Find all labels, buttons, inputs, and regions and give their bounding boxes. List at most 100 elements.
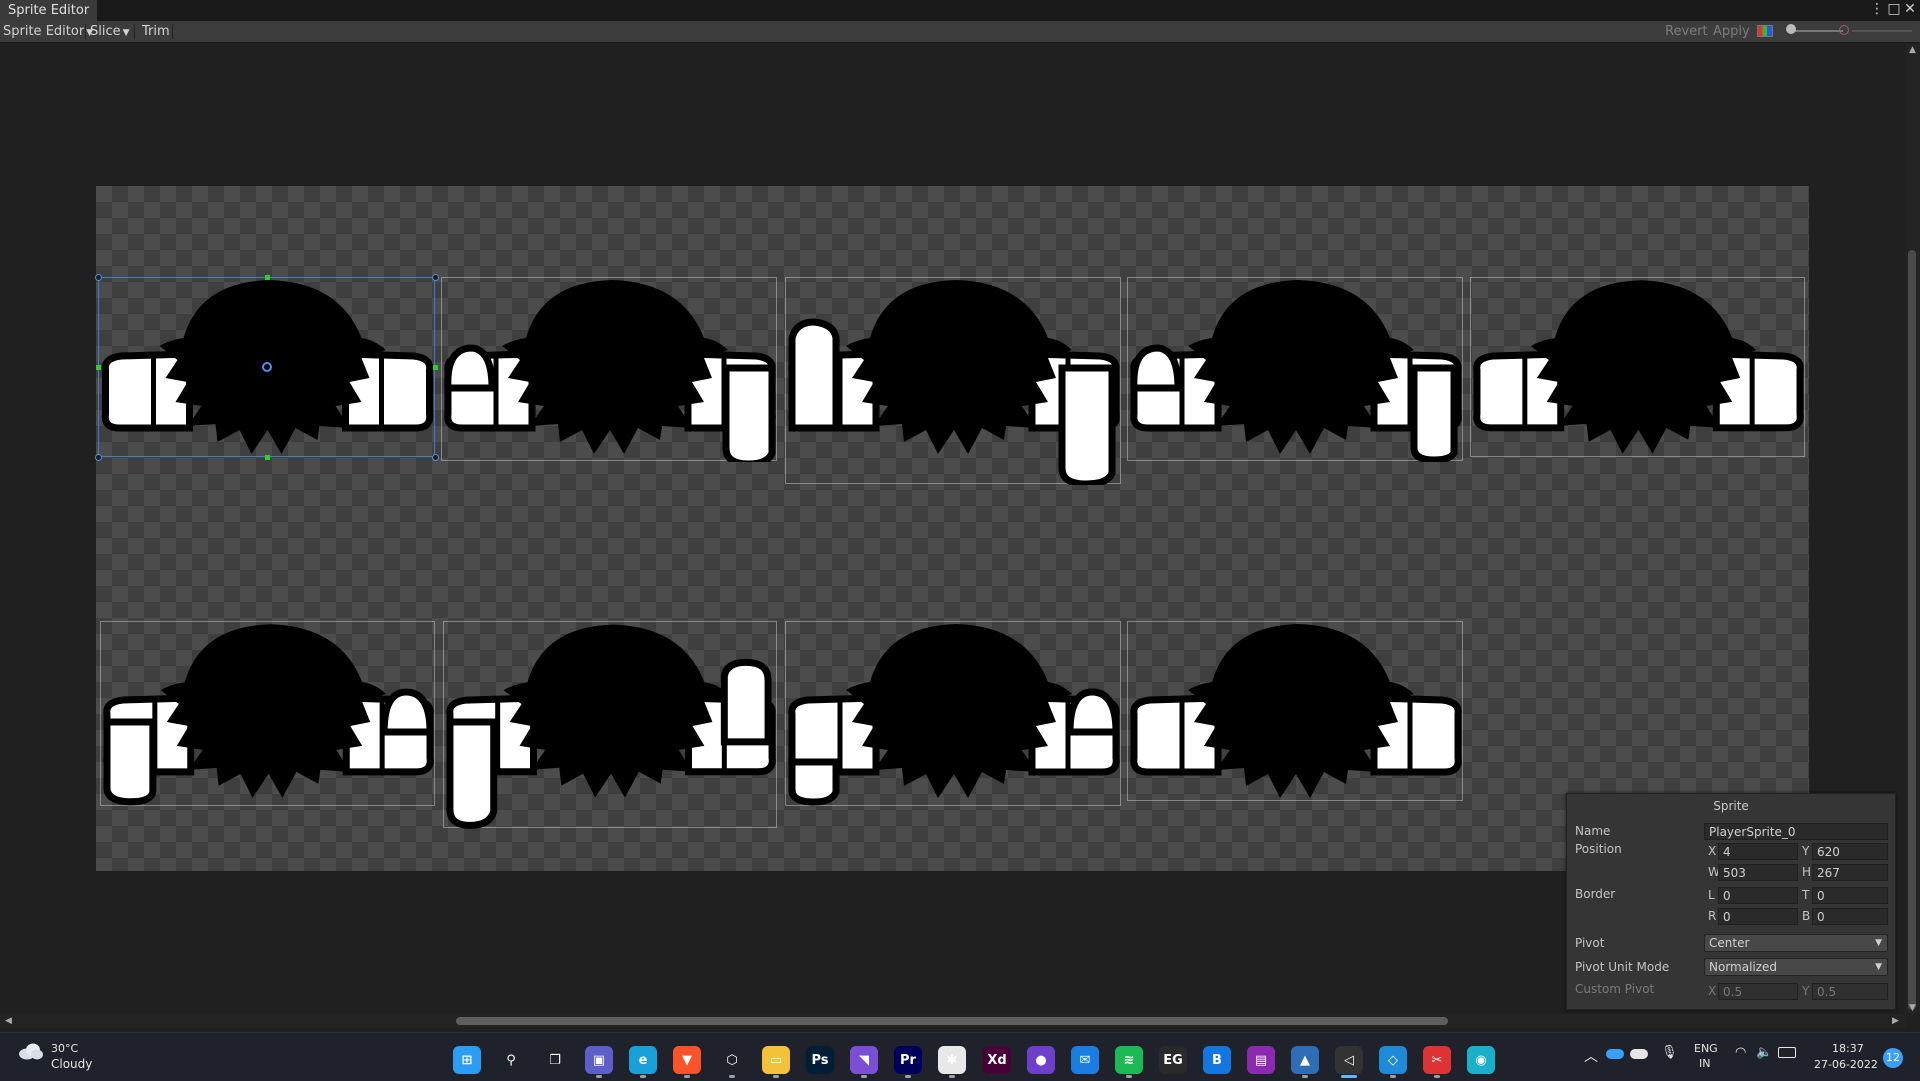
sprite-rect[interactable]	[1470, 277, 1805, 457]
scroll-right-arrow-icon[interactable]: ▶	[1892, 1016, 1899, 1026]
task-manager-icon[interactable]: ▲	[1291, 1046, 1319, 1074]
toolbar-divider	[134, 24, 135, 39]
visual-studio-icon[interactable]: ◥	[850, 1046, 878, 1074]
sprite-rect[interactable]	[441, 277, 777, 462]
vs-code-icon[interactable]: ◇	[1379, 1046, 1407, 1074]
border-t-field[interactable]: 0	[1812, 887, 1888, 904]
pivot-unit-mode-label: Pivot Unit Mode	[1575, 960, 1670, 974]
language-region[interactable]: IN	[1699, 1057, 1710, 1070]
cloud-icon[interactable]	[18, 1042, 44, 1060]
task-view-icon[interactable]: ❐	[541, 1046, 569, 1074]
clock-time[interactable]: 18:37	[1832, 1042, 1864, 1055]
volume-icon[interactable]: 🔈	[1756, 1045, 1772, 1060]
running-indicator	[949, 1075, 955, 1078]
sprite-name-field[interactable]: PlayerSprite_0	[1704, 823, 1888, 840]
alpha-slider-handle[interactable]	[1786, 24, 1796, 34]
mip-slider-track[interactable]	[1852, 30, 1912, 32]
pivot-unit-mode-value: Normalized	[1709, 960, 1778, 974]
close-icon[interactable]: ✕	[1901, 0, 1919, 21]
alpha-slider-track[interactable]	[1793, 30, 1843, 32]
h-axis-label: H	[1802, 865, 1812, 879]
apply-button[interactable]: Apply	[1710, 21, 1753, 42]
pivot-handle[interactable]	[261, 362, 272, 372]
position-w-field[interactable]: 503	[1718, 864, 1798, 881]
mip-slider-handle[interactable]	[1839, 25, 1849, 35]
position-y-field[interactable]: 620	[1812, 843, 1888, 860]
weather-temperature[interactable]: 30°C	[51, 1042, 78, 1055]
cloud-sync-icon[interactable]	[1630, 1049, 1648, 1059]
vertical-scrollbar-thumb[interactable]	[1908, 250, 1916, 1010]
adobe-xd-icon[interactable]: Xd	[983, 1046, 1011, 1074]
onedrive-icon[interactable]	[1606, 1049, 1624, 1059]
file-explorer-icon[interactable]: ▭	[762, 1046, 790, 1074]
blender-icon[interactable]: B	[1203, 1046, 1231, 1074]
mail-icon[interactable]: ✉	[1071, 1046, 1099, 1074]
photoshop-icon[interactable]: Ps	[806, 1046, 834, 1074]
player-sprite-graphic	[788, 280, 1120, 485]
slice-dropdown[interactable]: Slice ▼	[87, 21, 133, 42]
border-l-field[interactable]: 0	[1718, 887, 1798, 904]
scroll-down-arrow-icon[interactable]: ▼	[1909, 1003, 1916, 1013]
unity-editor-icon[interactable]: ◁	[1335, 1046, 1363, 1074]
resize-edge-handle[interactable]	[433, 365, 438, 370]
spotify-icon[interactable]: ≋	[1115, 1046, 1143, 1074]
horizontal-scrollbar-thumb[interactable]	[456, 1017, 1448, 1025]
sprite-rect[interactable]	[1127, 277, 1463, 462]
color-channel-toggle-icon[interactable]	[1757, 25, 1773, 37]
resize-corner-handle[interactable]	[95, 274, 102, 281]
resize-corner-handle[interactable]	[95, 454, 102, 461]
brave-icon[interactable]: ▼	[673, 1046, 701, 1074]
paint-3d-icon[interactable]: ◉	[1467, 1046, 1495, 1074]
sprite-editor-toolbar: Sprite Editor ▼ Slice ▼ Trim Revert Apply	[0, 21, 1920, 43]
trim-button[interactable]: Trim	[139, 21, 173, 42]
teams-icon[interactable]: ▣	[585, 1046, 613, 1074]
battery-icon[interactable]	[1778, 1047, 1796, 1058]
player-sprite-graphic	[788, 624, 1120, 806]
border-r-field[interactable]: 0	[1718, 908, 1798, 925]
resize-edge-handle[interactable]	[96, 365, 101, 370]
b-axis-label: B	[1802, 909, 1811, 923]
slack-icon[interactable]: ✱	[938, 1046, 966, 1074]
sprite-rect[interactable]	[100, 621, 435, 806]
start-icon[interactable]: ⊞	[453, 1046, 481, 1074]
title-bar: Sprite Editor ⋮ □ ✕	[0, 0, 1920, 21]
toolbar-divider	[85, 24, 86, 39]
more-options-icon[interactable]: ⋮	[1868, 0, 1886, 21]
microphone-icon[interactable]: 🎙	[1661, 1045, 1678, 1060]
player-sprite-graphic	[446, 624, 776, 829]
notification-badge[interactable]: 12	[1883, 1048, 1903, 1068]
sprite-rect[interactable]	[443, 621, 777, 829]
weather-description[interactable]: Cloudy	[51, 1057, 92, 1071]
editor-mode-dropdown[interactable]: Sprite Editor ▼	[0, 21, 96, 42]
edge-icon[interactable]: e	[629, 1046, 657, 1074]
sprite-rect[interactable]	[1127, 621, 1463, 801]
scroll-left-arrow-icon[interactable]: ◀	[5, 1016, 12, 1026]
winrar-icon[interactable]: ▤	[1247, 1046, 1275, 1074]
position-label: Position	[1575, 842, 1622, 856]
github-desktop-icon[interactable]: ●	[1027, 1046, 1055, 1074]
epic-games-icon[interactable]: EG	[1159, 1046, 1187, 1074]
clock-date[interactable]: 27-06-2022	[1814, 1058, 1878, 1071]
resize-corner-handle[interactable]	[432, 454, 439, 461]
l-axis-label: L	[1708, 888, 1715, 902]
border-b-field[interactable]: 0	[1812, 908, 1888, 925]
unity-hub-icon[interactable]: ⬡	[718, 1046, 746, 1074]
sprite-rect[interactable]	[785, 277, 1121, 485]
search-icon[interactable]: ⚲	[497, 1046, 525, 1074]
sprite-rect[interactable]	[785, 621, 1121, 806]
snipping-tool-icon[interactable]: ✂	[1423, 1046, 1451, 1074]
pivot-dropdown[interactable]: Center ▼	[1704, 934, 1888, 952]
pivot-unit-mode-dropdown[interactable]: Normalized ▼	[1704, 958, 1888, 976]
chevron-up-icon[interactable]: ︿	[1584, 1046, 1598, 1066]
scroll-up-arrow-icon[interactable]: ▲	[1909, 45, 1916, 55]
position-h-field[interactable]: 267	[1812, 864, 1888, 881]
resize-edge-handle[interactable]	[264, 275, 270, 280]
wifi-icon[interactable]: ◠	[1735, 1045, 1746, 1060]
resize-edge-handle[interactable]	[264, 455, 270, 460]
editor-tab[interactable]: Sprite Editor	[0, 0, 98, 21]
revert-button[interactable]: Revert	[1662, 21, 1711, 42]
position-x-field[interactable]: 4	[1718, 843, 1798, 860]
premiere-pro-icon[interactable]: Pr	[894, 1046, 922, 1074]
resize-corner-handle[interactable]	[432, 274, 439, 281]
language-code[interactable]: ENG	[1694, 1042, 1718, 1055]
